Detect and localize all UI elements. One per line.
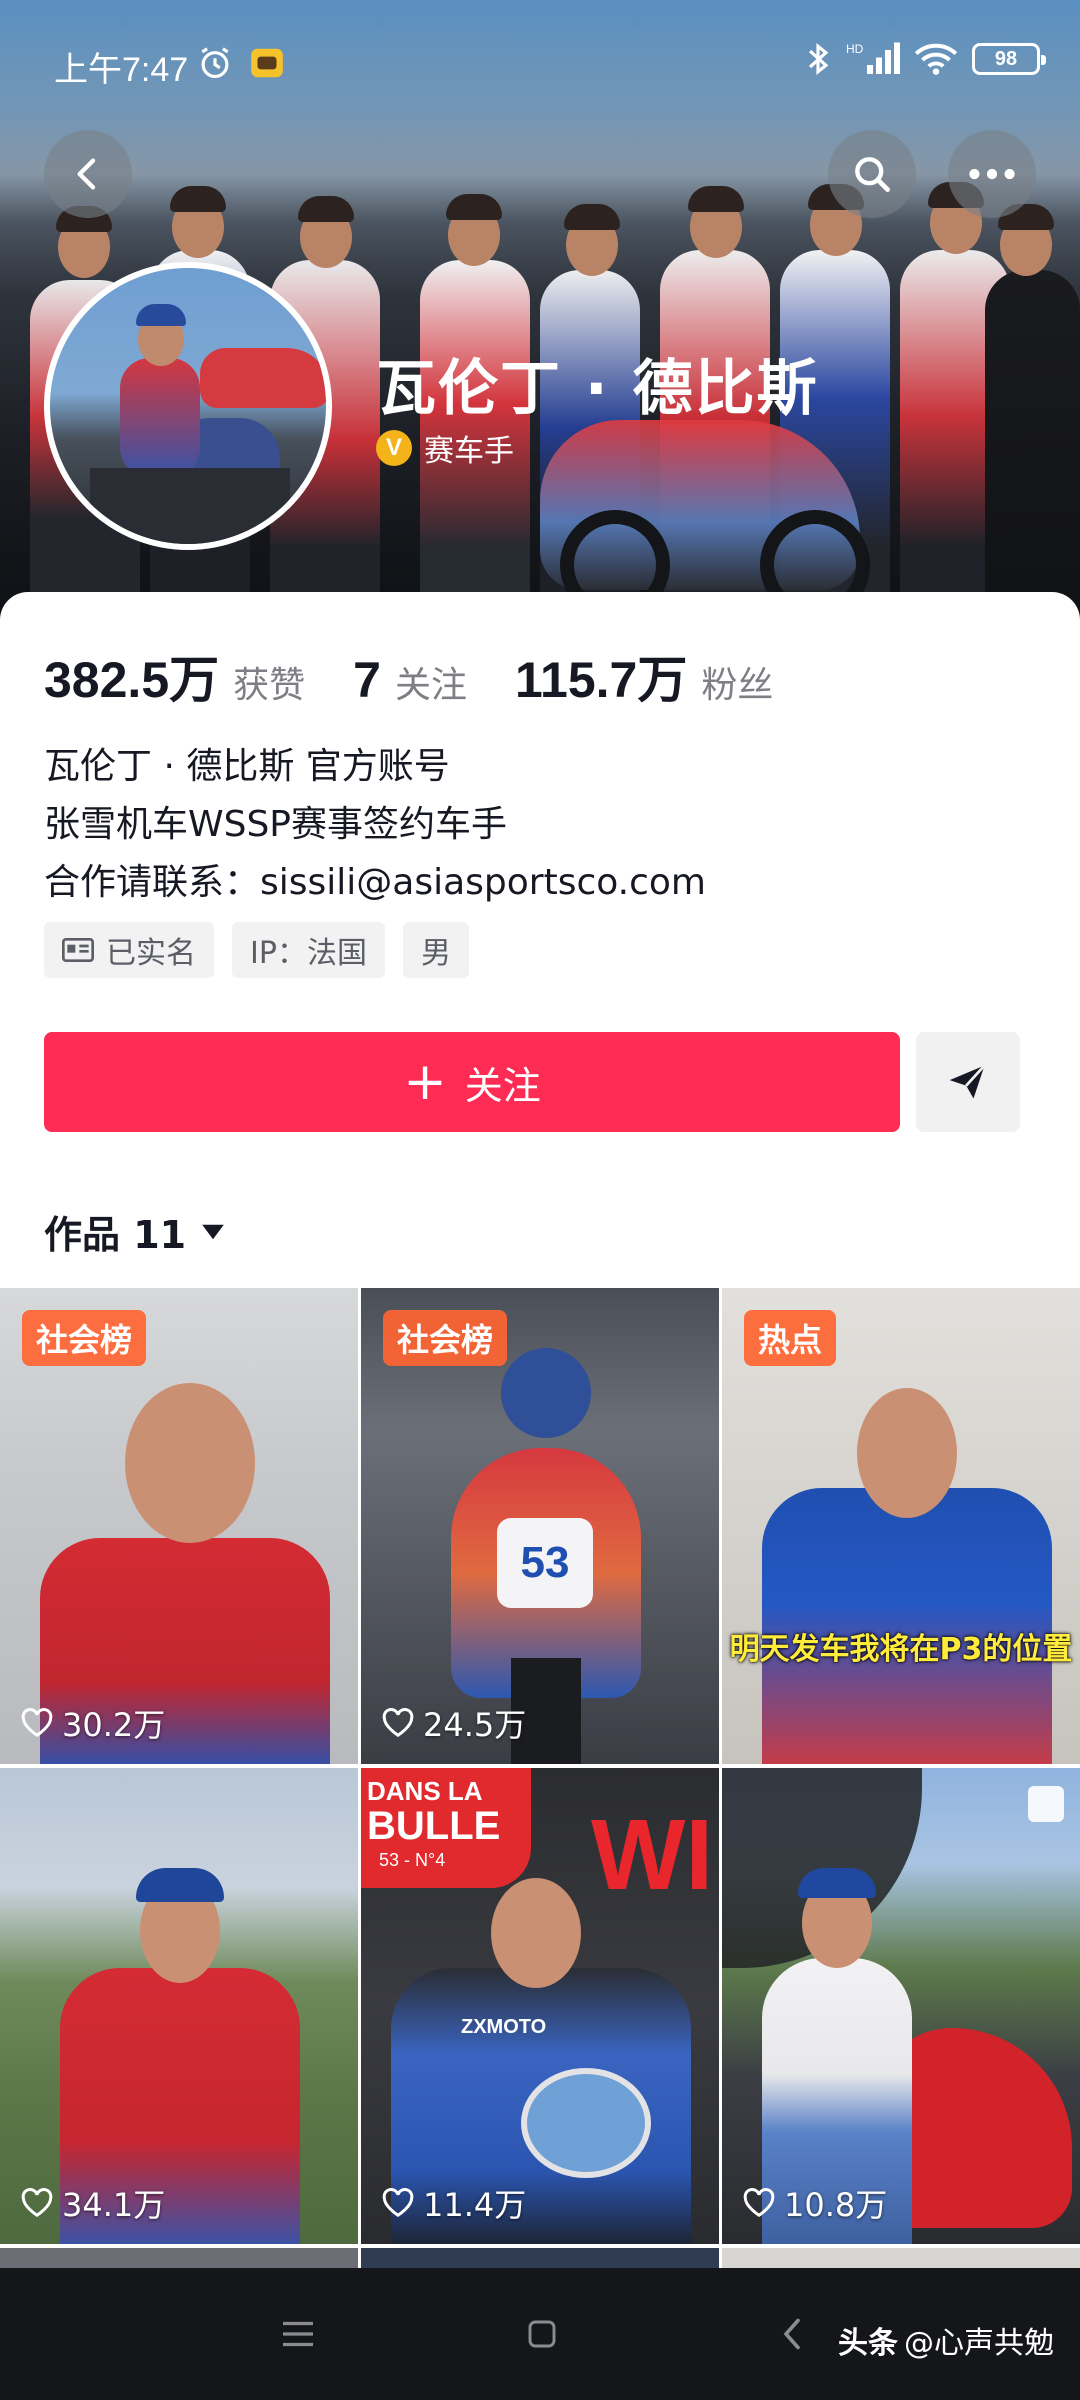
heart-icon (382, 2188, 414, 2218)
banner-text: DANS LA (367, 1776, 483, 1806)
followers-label[interactable]: 粉丝 (701, 656, 773, 708)
video-likes: 11.4万 (381, 2180, 526, 2226)
profile-tags: 已实名 IP：法国 男 (44, 922, 469, 978)
recent-apps-button[interactable] (276, 2312, 320, 2356)
likes-count: 34.1万 (62, 2186, 166, 2224)
home-button[interactable] (520, 2312, 564, 2356)
works-label: 作品 11 (44, 1213, 187, 1257)
search-button[interactable] (828, 130, 916, 218)
video-likes: 30.2万 (20, 1700, 165, 1746)
watermark: 头条 @心声共勉 (838, 2318, 1054, 2362)
tag-gender: 男 (402, 922, 469, 978)
profile-name: 瓦伦丁 · 德比斯 (376, 354, 819, 424)
video-badge: 社会榜 (383, 1310, 508, 1366)
bio-line: 瓦伦丁 · 德比斯 官方账号 (44, 746, 450, 787)
video-tile[interactable]: 10.8万 (722, 1768, 1080, 2244)
likes-count: 30.2万 (62, 1706, 166, 1744)
home-square-icon (528, 2320, 556, 2348)
id-card-icon (62, 938, 94, 962)
wifi-icon (914, 43, 958, 75)
following-label[interactable]: 关注 (395, 656, 467, 708)
video-grid: 社会榜 30.2万 53 社会榜 24.5万 热点 明天发车我将在P3的位置 3… (0, 1288, 1080, 2268)
menu-icon (283, 2321, 313, 2347)
verified-title: 赛车手 (424, 434, 514, 469)
likes-count: 11.4万 (423, 2186, 527, 2224)
video-tile[interactable]: DANS LA BULLE 53 - N°4 WI ZXMOTO 11.4万 (361, 1768, 719, 2244)
status-bar: 上午7:47 HD 98 (0, 0, 1080, 130)
chevron-left-icon (77, 158, 96, 190)
battery-indicator: 98 (972, 43, 1046, 75)
followers-count[interactable]: 115.7万 (515, 640, 687, 712)
bio-line: 合作请联系：sissili@asiasportsco.com (44, 862, 706, 903)
verified-label: V 赛车手 (376, 426, 514, 470)
likes-count: 24.5万 (423, 1706, 527, 1744)
watermark-brand: 头条 (838, 2326, 898, 2361)
plus-icon: + (403, 1052, 447, 1112)
likes-count: 10.8万 (784, 2186, 888, 2224)
tag-label: 男 (420, 936, 451, 971)
race-number: 53 (497, 1518, 593, 1608)
multi-image-icon (1028, 1786, 1064, 1822)
video-badge: 社会榜 (22, 1310, 147, 1366)
app-notification-icon (251, 48, 283, 78)
following-count[interactable]: 7 (353, 651, 381, 709)
brand-text: ZXMOTO (461, 2016, 547, 2038)
more-button[interactable] (948, 130, 1036, 218)
profile-stats: 382.5万 获赞 7 关注 115.7万 粉丝 (44, 640, 821, 712)
watermark-handle: @心声共勉 (904, 2326, 1054, 2361)
video-tile[interactable]: 34.1万 (0, 1768, 358, 2244)
bluetooth-icon (809, 43, 829, 75)
video-likes: 24.5万 (381, 1700, 526, 1746)
video-badge: 热点 (744, 1310, 837, 1366)
back-button[interactable] (44, 130, 132, 218)
video-caption: 明天发车我将在P3的位置 (729, 1632, 1073, 1667)
follow-label: 关注 (464, 1063, 541, 1108)
banner-text: BULLE (367, 1804, 501, 1848)
video-tile[interactable]: 社会榜 30.2万 (0, 1288, 358, 1764)
alarm-icon (201, 47, 229, 79)
likes-count: 382.5万 (44, 652, 220, 708)
tag-ip-location: IP：法国 (232, 922, 385, 978)
signal-icon: HD (846, 42, 900, 74)
likes-label: 获赞 (233, 665, 306, 706)
tag-label: IP：法国 (250, 936, 367, 971)
system-back-button[interactable] (770, 2312, 814, 2356)
chevron-left-icon (783, 2318, 800, 2350)
tag-verified-identity: 已实名 (44, 922, 214, 978)
video-likes: 10.8万 (742, 2180, 887, 2226)
heart-icon (21, 1708, 53, 1738)
profile-bio: 瓦伦丁 · 德比斯 官方账号 张雪机车WSSP赛事签约车手 合作请联系：siss… (44, 738, 706, 912)
bio-line: 张雪机车WSSP赛事签约车手 (44, 804, 508, 845)
avatar[interactable] (44, 262, 332, 550)
tag-label: 已实名 (106, 936, 196, 971)
heart-icon (21, 2188, 53, 2218)
send-icon (949, 1064, 986, 1099)
status-time: 上午7:47 (54, 51, 189, 89)
video-tile[interactable]: 热点 明天发车我将在P3的位置 (722, 1288, 1080, 1764)
heart-icon (382, 1708, 414, 1738)
video-tile[interactable]: 53 社会榜 24.5万 (361, 1288, 719, 1764)
more-icon (969, 168, 1015, 180)
banner-text: 53 - N°4 (379, 1850, 446, 1870)
heart-icon (743, 2188, 775, 2218)
follow-button[interactable]: + 关注 (44, 1032, 900, 1132)
svg-text:HD: HD (846, 42, 864, 56)
search-icon (855, 157, 890, 192)
works-tab[interactable]: 作品 11 (44, 1204, 226, 1259)
caret-down-icon (202, 1224, 224, 1239)
win-text: WI (591, 1799, 714, 1911)
video-likes: 34.1万 (20, 2180, 165, 2226)
send-message-button[interactable] (916, 1032, 1020, 1132)
verified-badge-icon: V (376, 430, 412, 466)
